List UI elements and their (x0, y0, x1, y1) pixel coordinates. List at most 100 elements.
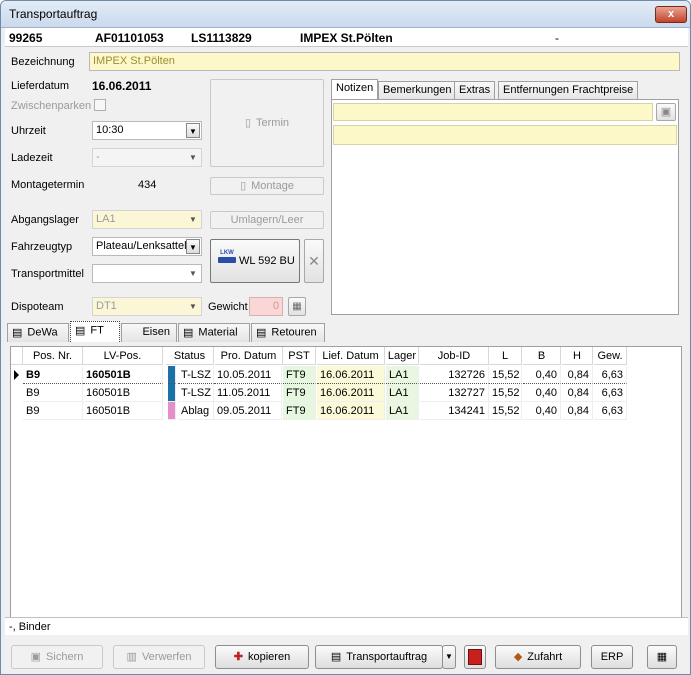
tab-notizen[interactable]: Notizen (331, 79, 379, 100)
calculator-icon: ▦ (292, 301, 302, 312)
chevron-down-icon: ▼ (445, 652, 453, 661)
save-icon: ▣ (30, 651, 42, 664)
chevron-down-icon: ▼ (186, 123, 200, 138)
truck-icon: LKW (218, 250, 236, 263)
cell-l: 15,52 (489, 402, 522, 420)
cell-h: 0,84 (562, 366, 593, 384)
transportmittel-select[interactable]: ▼ (92, 264, 202, 283)
tab-bemerkungen[interactable]: Bemerkungen (378, 81, 457, 100)
kopieren-button[interactable]: ✚ kopieren (215, 645, 309, 669)
verwerfen-label: Verwerfen (141, 651, 192, 663)
cell-lager: LA1 (386, 366, 419, 384)
cell-l: 15,52 (489, 384, 522, 402)
gewicht-field[interactable]: 0 (249, 297, 283, 316)
umlagern-button[interactable]: Umlagern/Leer (210, 211, 324, 229)
header-ls: LS1113829 (191, 31, 252, 45)
zwischenparken-checkbox[interactable] (94, 99, 106, 111)
ladezeit-select[interactable]: - ▼ (92, 148, 202, 167)
column-header[interactable]: Lager (386, 347, 419, 365)
montage-button[interactable]: ▯ Montage (210, 177, 324, 195)
chevron-down-icon: ▼ (189, 153, 197, 162)
column-header[interactable]: Status (166, 347, 214, 365)
chevron-down-icon: ▼ (189, 302, 197, 311)
lieferdatum-label: Lieferdatum (11, 80, 70, 92)
table-row[interactable]: B9 160501B T-LSZ 10.05.2011 FT9 16.06.2011 LA1… (11, 366, 631, 384)
status-color-swatch (168, 366, 176, 384)
remove-lkw-button[interactable]: ✕ (304, 239, 324, 283)
column-header[interactable]: Job-ID (420, 347, 489, 365)
table-row[interactable]: B9 160501B Ablag 09.05.2011 FT9 16.06.2011 LA1… (11, 402, 631, 420)
column-header[interactable]: Pos. Nr. (23, 347, 83, 365)
header-dash: - (555, 31, 559, 45)
tab-eisen[interactable]: Eisen (121, 323, 177, 342)
cell-pro: 10.05.2011 (214, 366, 282, 384)
close-icon: ✕ (308, 253, 320, 269)
calculator-button[interactable]: ▦ (288, 297, 306, 316)
tab-dewa-label: DeWa (27, 326, 58, 339)
column-header[interactable]: Pro. Datum (215, 347, 283, 365)
montage-label: Montage (251, 180, 294, 192)
printer-icon: ▤ (330, 651, 342, 664)
transportauftrag-button[interactable]: ▤ Transportauftrag (315, 645, 443, 669)
document-icon: ▤ (12, 327, 23, 339)
fahrzeugtyp-select[interactable]: Plateau/Lenksattel ▼ (92, 237, 202, 256)
column-header[interactable]: Gew. (594, 347, 627, 365)
main-tabs: ▤ DeWa ▤ FT Eisen ▤ Material ▤ Retouren (7, 321, 347, 344)
lkw-button[interactable]: LKW WL 592 BU (210, 239, 300, 283)
column-header[interactable]: L (489, 347, 522, 365)
cell-lager: LA1 (386, 402, 419, 420)
notes-tabs: Notizen Bemerkungen Extras Entfernungen … (329, 79, 679, 319)
column-header[interactable]: H (562, 347, 593, 365)
notizen-text[interactable] (333, 125, 677, 145)
tab-material[interactable]: ▤ Material (178, 323, 250, 342)
erp-button[interactable]: ERP (591, 645, 633, 669)
dispoteam-select[interactable]: DT1 ▼ (92, 297, 202, 316)
column-header[interactable]: LV-Pos. (83, 347, 163, 365)
zufahrt-button[interactable]: ◆ Zufahrt (495, 645, 581, 669)
tab-retouren[interactable]: ▤ Retouren (251, 323, 325, 342)
column-header[interactable]: PST (283, 347, 316, 365)
sichern-button[interactable]: ▣ Sichern (11, 645, 103, 669)
cell-pro: 09.05.2011 (214, 402, 282, 420)
header-nr: 99265 (9, 31, 43, 45)
abgangslager-select[interactable]: LA1 ▼ (92, 210, 202, 229)
bezeichnung-field[interactable]: IMPEX St.Pölten (89, 52, 680, 71)
status-color-swatch (168, 384, 176, 402)
verwerfen-button[interactable]: ▥ Verwerfen (113, 645, 205, 669)
settings-button[interactable]: ▦ (647, 645, 677, 669)
transportauftrag-dropdown[interactable]: ▼ (442, 645, 456, 669)
cell-job: 132726 (420, 366, 489, 384)
cell-pst: FT9 (283, 366, 316, 384)
notizen-panel: ▣ (331, 99, 679, 315)
cell-lief: 16.06.2011 (317, 366, 385, 384)
uhrzeit-select[interactable]: 10:30 ▼ (92, 121, 202, 140)
column-header[interactable]: B (523, 347, 561, 365)
map-icon: ◆ (513, 651, 523, 664)
cell-b: 0,40 (523, 402, 561, 420)
settings-icon: ▦ (656, 651, 668, 663)
cell-lv: 160501B (83, 366, 163, 384)
cell-gew: 6,63 (594, 384, 627, 402)
cell-pst: FT9 (283, 402, 316, 420)
tab-ft[interactable]: ▤ FT (70, 321, 120, 342)
lkw-label: WL 592 BU (239, 255, 295, 267)
chevron-down-icon: ▼ (189, 269, 197, 278)
cell-pst: FT9 (283, 384, 316, 402)
montagetermin-label: Montagetermin (11, 179, 85, 191)
header-kunde: IMPEX St.Pölten (300, 31, 393, 45)
notizen-input[interactable] (333, 103, 653, 121)
tab-entfernungen[interactable]: Entfernungen Frachtpreise (498, 81, 639, 100)
save-note-button[interactable]: ▣ (656, 103, 676, 121)
cell-b: 0,40 (523, 366, 561, 384)
pdf-button[interactable] (464, 645, 486, 669)
close-button[interactable]: x (655, 6, 687, 23)
abgangslager-value: LA1 (96, 213, 116, 225)
cell-gew: 6,63 (594, 366, 627, 384)
tab-retouren-label: Retouren (271, 326, 317, 339)
tab-extras[interactable]: Extras (454, 81, 496, 100)
table-row[interactable]: B9 160501B T-LSZ 11.05.2011 FT9 16.06.2011 LA1… (11, 384, 631, 402)
termin-button[interactable]: ▯ Termin (210, 79, 324, 167)
tab-dewa[interactable]: ▤ DeWa (7, 323, 69, 342)
column-header[interactable]: Lief. Datum (317, 347, 385, 365)
fahrzeugtyp-label: Fahrzeugtyp (11, 241, 73, 253)
